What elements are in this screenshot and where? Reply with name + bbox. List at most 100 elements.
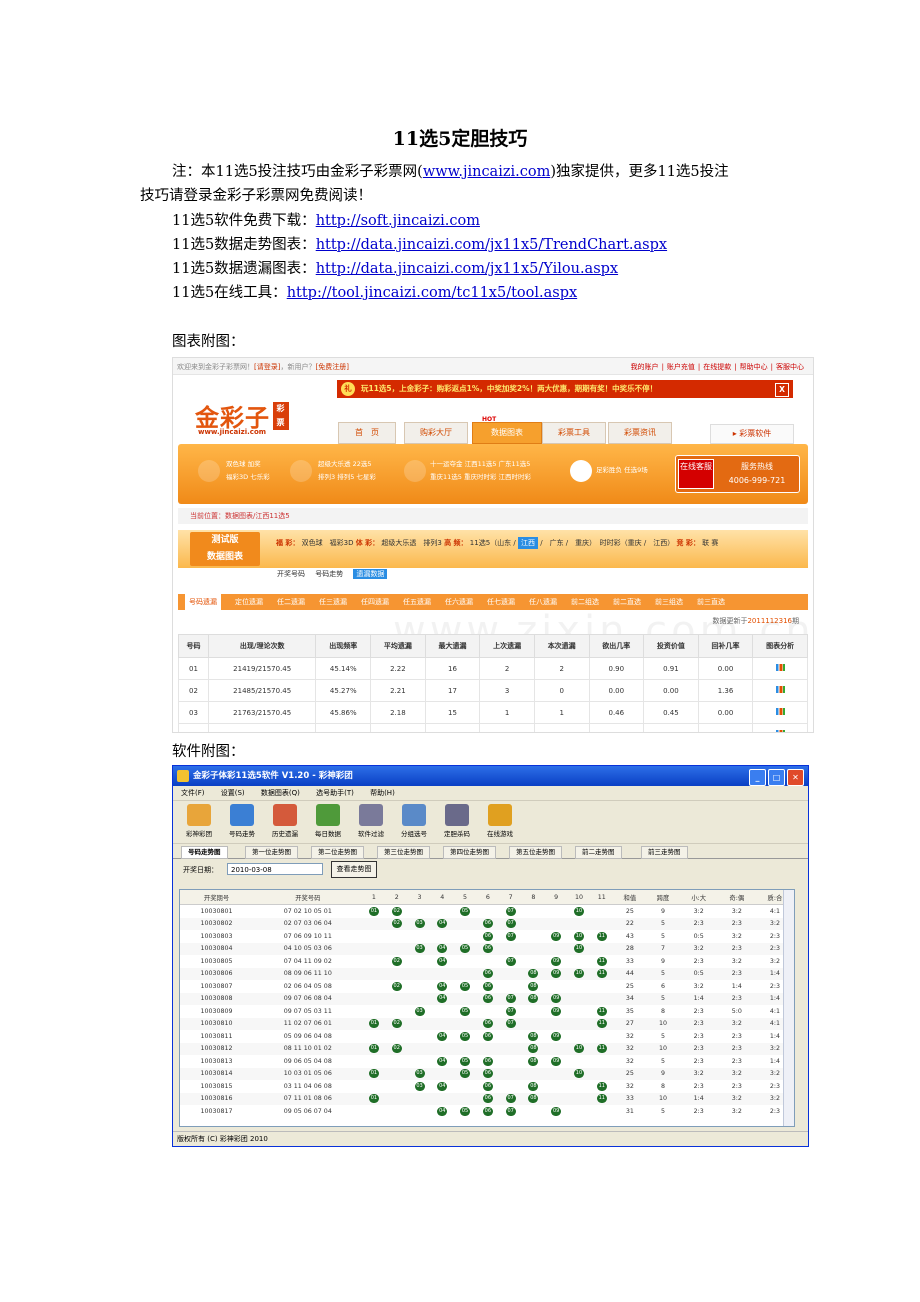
menu-help[interactable]: 帮助(H) xyxy=(370,789,395,797)
category-items[interactable]: 超级大乐透 排列3 xyxy=(381,539,441,547)
tab-lottery-hall[interactable]: 购彩大厅 xyxy=(404,422,468,444)
table-cell: 03 xyxy=(178,701,209,724)
login-link[interactable]: [请登录] xyxy=(254,363,280,371)
tab-number-trend[interactable]: 号码走势图 xyxy=(181,846,228,859)
toolbar-button[interactable]: 在线游戏 xyxy=(480,804,520,838)
category-items[interactable]: 11选5（山东 / xyxy=(470,539,516,547)
menu-selector[interactable]: 选号助手(T) xyxy=(316,789,354,797)
toolbar-label: 定胆杀码 xyxy=(444,830,470,838)
tab-tools[interactable]: 彩票工具 xyxy=(542,422,606,444)
column-header[interactable]: 最大遗漏 xyxy=(424,634,481,658)
my-account-link[interactable]: 我的账户 xyxy=(631,363,659,371)
number-cell xyxy=(568,1105,591,1118)
sub-tab-number-trend[interactable]: 号码走势 xyxy=(315,570,343,578)
chart-tab[interactable]: 第五位走势图 xyxy=(509,846,562,859)
chart-analysis-cell[interactable] xyxy=(752,679,808,702)
column-header[interactable]: 回补几率 xyxy=(697,634,754,658)
chart-tab[interactable]: 第一位走势图 xyxy=(245,846,298,859)
help-link[interactable]: 帮助中心 xyxy=(740,363,768,371)
category-items[interactable]: 联 赛 xyxy=(702,539,718,547)
view-chart-button[interactable]: 查看走势图 xyxy=(331,861,377,878)
number-cell xyxy=(408,1030,431,1043)
intro-site-link[interactable]: www.jincaizi.com xyxy=(423,164,550,180)
close-icon[interactable]: X xyxy=(775,383,789,397)
category-items[interactable]: 双色球 福彩3D xyxy=(302,539,354,547)
chart-tab[interactable]: 第二位走势图 xyxy=(311,846,364,859)
menu-settings[interactable]: 设置(S) xyxy=(221,789,245,797)
menu-data-charts[interactable]: 数据图表(Q) xyxy=(261,789,300,797)
column-header[interactable]: 欲出几率 xyxy=(588,634,645,658)
nav-group-ticai[interactable]: 超级大乐透 22选5 排列3 排列5 七星彩 xyxy=(318,458,376,484)
close-icon[interactable]: ✕ xyxy=(787,769,804,786)
chart-tab[interactable]: 前二走势图 xyxy=(575,846,622,859)
link-label: 11选5数据遗漏图表： xyxy=(172,261,316,277)
maximize-icon[interactable]: □ xyxy=(768,769,785,786)
toolbar-button[interactable]: 彩神彩团 xyxy=(179,804,219,838)
number-cell: 03 xyxy=(408,942,431,955)
bar-chart-icon[interactable] xyxy=(775,664,785,671)
tab-news[interactable]: 彩票资讯 xyxy=(608,422,672,444)
stat-cell: 3:2 xyxy=(717,1067,756,1080)
number-ball: 04 xyxy=(437,919,448,929)
nav-group-football[interactable]: 足彩胜负 任选9场 xyxy=(596,464,648,477)
missing-tab-selected[interactable]: 号码遗漏 xyxy=(185,594,221,610)
missing-tab[interactable]: 定位遗漏 xyxy=(235,594,263,610)
toolbar-button[interactable]: 每日数据 xyxy=(308,804,348,838)
stat-cell: 2:3 xyxy=(693,957,704,965)
sub-tab-draw-numbers[interactable]: 开奖号码 xyxy=(277,570,305,578)
register-link[interactable]: [免费注册] xyxy=(315,363,348,371)
minimize-icon[interactable]: _ xyxy=(749,769,766,786)
number-cell xyxy=(476,905,499,918)
toolbar-button[interactable]: 历史遗漏 xyxy=(265,804,305,838)
service-box[interactable]: 在线客服 服务热线 4006-999-721 xyxy=(675,455,800,493)
nav-group-high-freq[interactable]: 十一运夺金 江西11选5 广东11选5 重庆11选5 重庆时时彩 江西时时彩 xyxy=(430,458,531,484)
column-header[interactable]: 出现频率 xyxy=(315,634,372,658)
column-header[interactable]: 平均遗漏 xyxy=(370,634,426,658)
chart-analysis-cell[interactable] xyxy=(752,701,808,724)
chart-tab[interactable]: 第三位走势图 xyxy=(377,846,430,859)
date-select[interactable]: 2010-03-08 xyxy=(227,863,323,875)
column-header[interactable]: 投资价值 xyxy=(643,634,699,658)
bar-chart-icon[interactable] xyxy=(775,708,785,715)
bar-chart-icon[interactable] xyxy=(775,686,785,693)
tab-data-charts[interactable]: 数据图表 xyxy=(472,422,542,444)
software-download-link[interactable]: http://soft.jincaizi.com xyxy=(316,213,480,229)
toolbar-button[interactable]: 软件过滤 xyxy=(351,804,391,838)
column-header[interactable]: 出现/理论次数 xyxy=(207,634,317,658)
software-button[interactable]: ▸ 彩票软件 xyxy=(710,424,794,444)
vertical-scrollbar[interactable] xyxy=(783,890,794,1126)
missing-tab[interactable]: 任三遗漏 xyxy=(319,594,347,610)
column-header[interactable]: 本次遗漏 xyxy=(533,634,590,658)
toolbar-button[interactable]: 定胆杀码 xyxy=(437,804,477,838)
chart-analysis-cell[interactable] xyxy=(752,657,808,680)
yilou-chart-link[interactable]: http://data.jincaizi.com/jx11x5/Yilou.as… xyxy=(316,261,618,277)
toolbar-button[interactable]: 号码走势 xyxy=(222,804,262,838)
stat-cell: 25 xyxy=(613,1067,647,1080)
promo-banner[interactable]: 礼 玩11选5，上金彩子：购彩返点1%，中奖加奖2%！两大优惠，期期有奖！中奖乐… xyxy=(337,380,793,398)
column-header[interactable]: 上次遗漏 xyxy=(479,634,535,658)
category-items[interactable]: / 广东 / 重庆） 时时彩（重庆 / 江西） xyxy=(540,539,674,547)
chart-tab[interactable]: 前三走势图 xyxy=(641,846,688,859)
online-service[interactable]: 在线客服 xyxy=(678,459,714,489)
chart-tab[interactable]: 第四位走势图 xyxy=(443,846,496,859)
chart-analysis-cell[interactable] xyxy=(752,723,808,732)
trend-chart-link[interactable]: http://data.jincaizi.com/jx11x5/TrendCha… xyxy=(316,237,667,253)
column-header[interactable]: 图表分析 xyxy=(752,634,808,658)
issue-cell: 10030817 xyxy=(200,1107,233,1115)
menu-file[interactable]: 文件(F) xyxy=(181,789,205,797)
nav-group-fucai[interactable]: 双色球 加奖 福彩3D 七乐彩 xyxy=(226,458,270,484)
bar-chart-icon[interactable] xyxy=(775,730,785,732)
service-link[interactable]: 客服中心 xyxy=(776,363,804,371)
category-item-selected[interactable]: 江西 xyxy=(517,537,538,549)
tab-home[interactable]: 首 页 xyxy=(338,422,396,444)
number-cell: 02 xyxy=(385,917,409,930)
number-cell: 07 xyxy=(499,930,522,943)
missing-tab[interactable]: 任二遗漏 xyxy=(277,594,305,610)
online-tool-link[interactable]: http://tool.jincaizi.com/tc11x5/tool.asp… xyxy=(287,285,577,301)
toolbar-button[interactable]: 分组选号 xyxy=(394,804,434,838)
missing-tab[interactable]: 任四遗漏 xyxy=(361,594,389,610)
column-header[interactable]: 号码 xyxy=(178,634,209,658)
sub-tab-missing-data[interactable]: 遗漏数据 xyxy=(353,569,388,579)
withdraw-link[interactable]: 在线提款 xyxy=(703,363,731,371)
recharge-link[interactable]: 账户充值 xyxy=(667,363,695,371)
